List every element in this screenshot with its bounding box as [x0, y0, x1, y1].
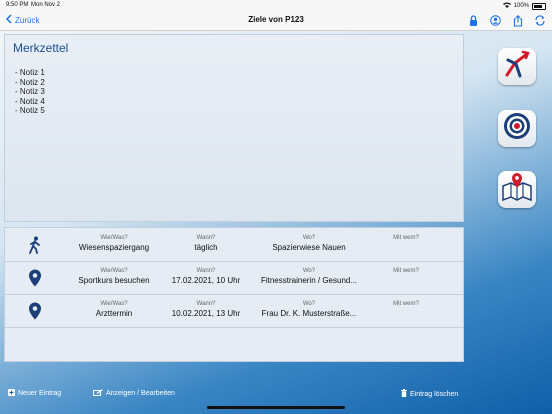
value-where: Spazierwiese Nauen [272, 243, 346, 252]
trash-icon [401, 389, 407, 399]
table-row[interactable]: Wie/Was? Sportkurs besuchen Wann? 17.02.20… [5, 261, 463, 295]
navigation-bar: Zurück Ziele von P123 [0, 11, 552, 31]
edit-icon [93, 389, 103, 398]
note-item: - Notiz 3 [15, 87, 45, 97]
battery-percent: 100% [513, 3, 529, 9]
location-pin-icon [27, 302, 43, 320]
map-button[interactable] [498, 171, 536, 208]
label-with: Mit wem? [393, 268, 419, 274]
note-item: - Notiz 2 [15, 77, 45, 87]
map-pin-icon [501, 172, 533, 207]
value-where: Fitnesstrainerin / Gesund... [260, 276, 358, 285]
notes-list: - Notiz 1 - Notiz 2 - Notiz 3 - Notiz 4 … [15, 68, 45, 116]
cell-when: Wann? 10.02.2021, 13 Uhr [151, 301, 261, 318]
wifi-icon [502, 2, 511, 10]
table-row[interactable]: Wie/Was? Wiesenspaziergang Wann? täglich W… [5, 228, 463, 262]
notes-panel[interactable]: Merkzettel - Notiz 1 - Notiz 2 - Notiz 3… [4, 34, 464, 222]
status-right: 100% [502, 2, 546, 10]
note-item: - Notiz 4 [15, 96, 45, 106]
direction-button[interactable] [498, 48, 536, 85]
chevron-left-icon [5, 14, 12, 26]
user-icon[interactable] [489, 14, 502, 27]
value-when: täglich [194, 243, 218, 252]
label-with: Mit wem? [393, 235, 419, 241]
label-when: Wann? [196, 301, 216, 307]
cell-with: Mit wem? [351, 301, 461, 309]
cell-with: Mit wem? [351, 235, 461, 243]
notes-title: Merkzettel [13, 41, 69, 55]
table-row[interactable]: Wie/Was? Arzttermin Wann? 10.02.2021, 13 U… [5, 294, 463, 328]
value-when: 17.02.2021, 10 Uhr [171, 276, 241, 285]
nav-actions [467, 14, 546, 27]
delete-entry-button[interactable]: Eintrag löschen [401, 389, 458, 399]
target-icon [502, 111, 532, 146]
cell-when: Wann? 17.02.2021, 10 Uhr [151, 268, 261, 285]
label-when: Wann? [196, 268, 216, 274]
target-button[interactable] [498, 110, 536, 147]
location-pin-icon [27, 269, 43, 287]
battery-icon [532, 2, 546, 10]
note-item: - Notiz 5 [15, 106, 45, 116]
value-where: Frau Dr. K. Musterstraße... [261, 309, 357, 318]
new-entry-button[interactable]: Neuer Eintrag [8, 389, 61, 398]
value-when: 10.02.2021, 13 Uhr [171, 309, 241, 318]
sync-icon[interactable] [533, 14, 546, 27]
back-button[interactable]: Zurück [5, 14, 40, 26]
plus-icon [8, 389, 15, 398]
direction-arrows-icon [502, 49, 532, 84]
view-edit-label: Anzeigen / Bearbeiten [106, 390, 175, 397]
note-item: - Notiz 1 [15, 68, 45, 77]
bottom-toolbar: Neuer Eintrag Anzeigen / Bearbeiten Eint… [0, 386, 470, 402]
cell-when: Wann? täglich [151, 235, 261, 252]
share-icon[interactable] [511, 14, 524, 27]
back-label: Zurück [15, 15, 40, 25]
label-when: Wann? [196, 235, 216, 241]
cell-with: Mit wem? [351, 268, 461, 276]
home-indicator[interactable] [207, 406, 345, 409]
delete-entry-label: Eintrag löschen [410, 390, 459, 398]
entries-table: Wie/Was? Wiesenspaziergang Wann? täglich W… [4, 227, 464, 362]
status-date: Mon Nov 2 [31, 2, 61, 8]
view-edit-button[interactable]: Anzeigen / Bearbeiten [93, 389, 175, 398]
label-with: Mit wem? [393, 301, 419, 307]
walking-person-icon [27, 236, 43, 254]
new-entry-label: Neuer Eintrag [18, 390, 62, 397]
status-time: 9:50 PM [6, 2, 29, 8]
status-bar: 9:50 PM Mon Nov 2 100% [0, 0, 552, 11]
lock-icon[interactable] [467, 14, 480, 27]
